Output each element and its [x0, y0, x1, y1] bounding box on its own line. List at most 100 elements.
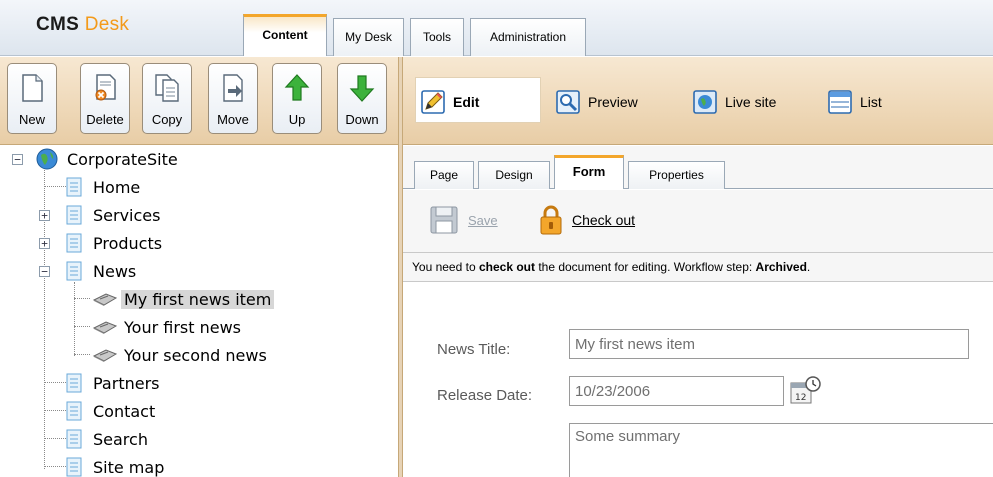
tree-connector	[74, 326, 90, 327]
summary-textarea[interactable]: Some summary	[569, 423, 993, 477]
list-icon	[828, 90, 852, 114]
logo-accent-text: Desk	[84, 14, 130, 35]
news-icon	[92, 293, 118, 306]
tree-connector	[74, 354, 90, 355]
collapse-toggle-news[interactable]: −	[39, 266, 50, 277]
down-button[interactable]: Down	[337, 63, 387, 134]
page-icon	[66, 457, 82, 477]
logo-main-text: CMS	[36, 14, 80, 35]
top-header: CMS Desk Content My Desk Tools Administr…	[0, 0, 993, 56]
tab-properties[interactable]: Properties	[628, 161, 725, 189]
pencil-icon	[421, 90, 445, 114]
news-title-input[interactable]	[569, 329, 969, 359]
tab-administration[interactable]: Administration	[470, 18, 586, 56]
tab-form[interactable]: Form	[554, 155, 624, 189]
tree-node-root[interactable]: CorporateSite	[36, 148, 181, 170]
tree-node-products[interactable]: Products	[66, 232, 165, 254]
delete-button[interactable]: Delete	[80, 63, 130, 134]
preview-mode-label: Preview	[588, 94, 638, 110]
copy-document-icon	[155, 74, 179, 102]
tree-node-search[interactable]: Search	[66, 428, 151, 450]
tree-node-news-item-3[interactable]: Your second news	[92, 344, 270, 366]
release-date-input[interactable]	[569, 376, 784, 406]
move-document-icon	[223, 74, 243, 102]
live-site-mode-label: Live site	[725, 94, 777, 110]
edit-mode-button[interactable]: Edit	[421, 90, 479, 114]
info-prefix: You need to	[412, 260, 479, 274]
tab-tools[interactable]: Tools	[410, 18, 464, 56]
editor-tab-bar: Page Design Form Properties	[403, 146, 993, 189]
page-icon	[66, 205, 82, 225]
expand-toggle-products[interactable]: +	[39, 238, 50, 249]
tree-node-site-map[interactable]: Site map	[66, 456, 167, 477]
page-icon	[66, 401, 82, 421]
tree-connector	[44, 186, 66, 187]
check-out-button[interactable]: Check out	[538, 204, 635, 236]
news-icon	[92, 321, 118, 334]
tab-page[interactable]: Page	[414, 161, 474, 189]
app-logo: CMS Desk	[36, 14, 129, 36]
tree-node-services[interactable]: Services	[66, 204, 163, 226]
info-check-out-emphasis: check out	[478, 260, 535, 274]
tree-node-label: CorporateSite	[67, 149, 178, 169]
page-icon	[66, 373, 82, 393]
tree-node-label: Your first news	[124, 317, 241, 337]
page-icon	[66, 177, 82, 197]
tree-connector	[44, 382, 66, 383]
list-mode-button[interactable]: List	[828, 90, 882, 114]
view-mode-toolbar: Edit Preview Live site List	[403, 57, 993, 145]
edit-mode-label: Edit	[453, 94, 480, 110]
arrow-up-icon	[284, 74, 310, 101]
page-icon	[66, 261, 82, 281]
globe-icon	[693, 90, 717, 114]
tree-node-news[interactable]: News	[66, 260, 139, 282]
copy-button[interactable]: Copy	[142, 63, 192, 134]
up-button[interactable]: Up	[272, 63, 322, 134]
live-site-mode-button[interactable]: Live site	[693, 90, 776, 114]
collapse-toggle-root[interactable]: −	[12, 154, 23, 165]
globe-icon	[36, 148, 58, 170]
tab-my-desk[interactable]: My Desk	[333, 18, 404, 56]
move-button[interactable]: Move	[208, 63, 258, 134]
tree-node-label: Partners	[93, 373, 160, 393]
tree-connector	[74, 298, 90, 299]
tab-content[interactable]: Content	[243, 14, 327, 56]
page-icon	[66, 429, 82, 449]
check-out-label: Check out	[572, 212, 636, 228]
new-document-icon	[22, 74, 43, 102]
page-icon	[66, 233, 82, 253]
move-button-label: Move	[217, 112, 249, 127]
tree-node-contact[interactable]: Contact	[66, 400, 158, 422]
save-button[interactable]: Save	[428, 204, 498, 236]
tree-node-label: Home	[93, 177, 141, 197]
tree-node-label: My first news item	[121, 289, 275, 309]
new-button[interactable]: New	[7, 63, 57, 134]
tree-node-home[interactable]: Home	[66, 176, 143, 198]
tree-node-label: Your second news	[124, 345, 267, 365]
tree-node-label: Services	[93, 205, 161, 225]
tree-node-partners[interactable]: Partners	[66, 372, 162, 394]
new-button-label: New	[18, 112, 45, 127]
tree-node-news-item-2[interactable]: Your first news	[92, 316, 244, 338]
tree-node-label: Search	[93, 429, 148, 449]
expand-toggle-services[interactable]: +	[39, 210, 50, 221]
news-title-label: News Title:	[437, 341, 511, 358]
workflow-info-message: You need to check out the document for e…	[403, 252, 993, 282]
tree-connector	[74, 282, 75, 356]
tab-design[interactable]: Design	[478, 161, 550, 189]
info-middle: the document for editing. Workflow step:	[534, 260, 756, 274]
up-button-label: Up	[288, 112, 306, 127]
calendar-icon[interactable]: 12	[788, 375, 822, 407]
delete-document-icon	[95, 74, 116, 101]
lock-icon	[540, 205, 562, 235]
tree-node-news-item-1[interactable]: My first news item	[92, 288, 275, 310]
svg-text:12: 12	[795, 393, 806, 403]
content-tree: − CorporateSite Home + Services + Produc…	[0, 146, 398, 477]
workflow-step-value: Archived	[755, 260, 807, 274]
preview-mode-button[interactable]: Preview	[556, 90, 638, 114]
floppy-disk-icon	[430, 206, 458, 234]
tree-node-label: News	[93, 261, 137, 281]
tree-node-label: Contact	[93, 401, 156, 421]
copy-button-label: Copy	[151, 112, 183, 127]
down-button-label: Down	[345, 112, 379, 127]
